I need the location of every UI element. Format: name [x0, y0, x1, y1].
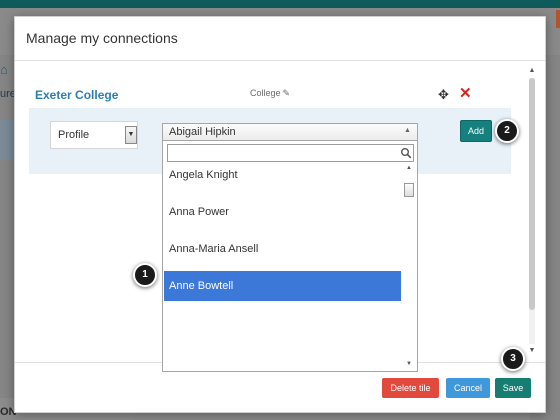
scroll-thumb[interactable]: [529, 78, 535, 310]
callout-marker-2: 2: [495, 119, 519, 143]
dropdown-scroll-thumb[interactable]: [404, 183, 414, 197]
cancel-button[interactable]: Cancel: [446, 378, 490, 398]
pencil-icon[interactable]: ✎: [283, 88, 291, 99]
list-item[interactable]: Anna-Maria Ansell: [164, 234, 401, 264]
modal-header: Manage my connections: [15, 17, 545, 61]
modal-body: ▲ ▼ Exeter College College ✎ ✥ ✕ Profile …: [15, 62, 545, 372]
scroll-up-icon[interactable]: ▲: [403, 163, 415, 173]
dropdown-list: Angela Knight Anna Power Anna-Maria Anse…: [164, 163, 401, 369]
modal-title: Manage my connections: [26, 30, 178, 46]
delete-tile-button[interactable]: Delete tile: [382, 378, 439, 398]
callout-marker-1: 1: [133, 263, 157, 287]
app-right-button-edge: [556, 10, 560, 28]
modal-scrollbar[interactable]: ▲ ▼: [527, 66, 537, 356]
profile-select-value: Profile: [58, 129, 90, 141]
app-top-bar: [0, 0, 560, 8]
organization-name[interactable]: Exeter College: [35, 88, 118, 102]
scroll-down-icon[interactable]: ▼: [403, 359, 415, 369]
save-button[interactable]: Save: [495, 378, 531, 398]
name-select-value: Abigail Hipkin: [169, 126, 236, 138]
scroll-up-icon[interactable]: ▲: [527, 66, 537, 76]
list-item[interactable]: Angela Knight: [164, 163, 401, 190]
name-select[interactable]: Abigail Hipkin ▲: [162, 123, 418, 141]
scroll-down-icon[interactable]: ▼: [527, 346, 537, 356]
dropdown-scrollbar[interactable]: ▲ ▼: [403, 163, 415, 369]
profile-select[interactable]: Profile ▼: [50, 121, 138, 149]
app-left-icon: ⌂: [0, 62, 8, 77]
move-icon[interactable]: ✥: [438, 88, 449, 102]
name-dropdown: Angela Knight Anna Power Anna-Maria Anse…: [162, 141, 418, 372]
dropdown-search[interactable]: [167, 144, 414, 162]
chevron-down-icon[interactable]: ▼: [125, 126, 137, 144]
dropdown-search-input[interactable]: [170, 146, 390, 160]
organization-type[interactable]: College ✎: [250, 88, 290, 99]
search-icon: [401, 148, 412, 159]
add-button[interactable]: Add: [460, 120, 492, 142]
chevron-up-icon[interactable]: ▲: [404, 127, 411, 134]
close-icon[interactable]: ✕: [459, 86, 472, 102]
callout-marker-3: 3: [501, 347, 525, 371]
organization-type-label: College: [250, 88, 281, 98]
list-item[interactable]: Anna Power: [164, 197, 401, 227]
list-item-selected[interactable]: Anne Bowtell: [164, 271, 401, 301]
manage-connections-modal: Manage my connections ▲ ▼ Exeter College…: [14, 16, 546, 413]
